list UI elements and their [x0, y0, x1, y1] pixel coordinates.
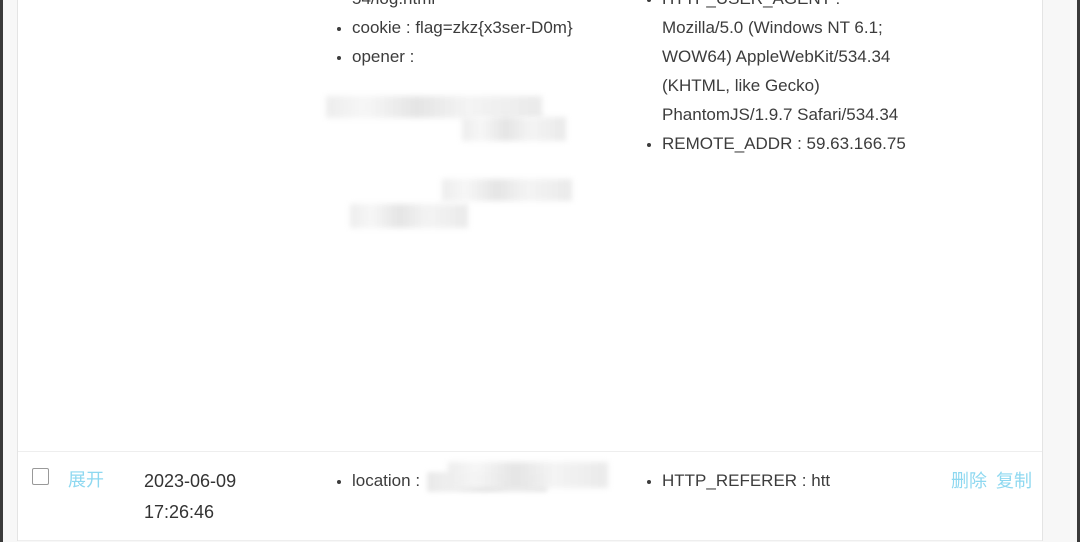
row-action-links: 删除 复制 — [930, 466, 1032, 497]
list-item: location : — [352, 466, 624, 495]
list-item: toplocation : ht54/log.html — [352, 0, 624, 13]
row-actions-cell — [922, 0, 1042, 25]
property-value: flag=zkz{x3ser-D0m} — [415, 18, 573, 37]
redaction-overlay — [462, 117, 566, 141]
copy-link[interactable]: 复制 — [996, 471, 1032, 491]
property-key: HTTP_USER_AGENT — [662, 0, 831, 8]
list-item: HTTP_USER_AGENT : Mozilla/5.0 (Windows N… — [662, 0, 914, 129]
xss-log-table: 3%5Cu0057%5Cu006 B%5Cu003E%5Cu003 C%5Cu0… — [17, 0, 1043, 541]
key-value-separator: : — [797, 471, 812, 490]
list-item: opener : — [352, 42, 624, 71]
property-key: location — [352, 471, 411, 490]
property-value: 59.63.166.75 — [806, 134, 906, 153]
redaction-overlay — [350, 204, 468, 228]
row-left-data-cell: 3%5Cu0057%5Cu006 B%5Cu003E%5Cu003 C%5Cu0… — [322, 0, 632, 228]
row-checkbox[interactable] — [32, 468, 49, 485]
row-right-data-cell: F%5Cu0073%5Cu005 7%5Cu006B%5Cu003 E%5Cu0… — [632, 0, 922, 170]
row-left-data-cell: location : — [322, 452, 632, 507]
key-value-separator: : — [404, 47, 415, 66]
key-value-separator: : — [831, 0, 841, 8]
property-value: htt — [811, 471, 831, 490]
right-property-list: HTTP_USER_AGENT : Mozilla/5.0 (Windows N… — [640, 0, 914, 158]
expand-link[interactable]: 展开 — [68, 470, 104, 490]
row-time-cell: 2023-06-09 17:26:46 — [132, 452, 322, 540]
property-key: HTTP_REFERER — [662, 471, 798, 490]
row-expand-cell — [60, 0, 132, 25]
list-item: HTTP_REFERER : htt — [662, 466, 914, 495]
property-key: REMOTE_ADDR — [662, 134, 793, 153]
timestamp: 2023-06-09 17:26:46 — [144, 471, 237, 522]
row-select-cell — [18, 0, 60, 27]
key-value-separator: : — [792, 134, 807, 153]
redaction-overlay — [326, 96, 542, 118]
key-value-separator: : — [410, 471, 425, 490]
property-value: Mozilla/5.0 (Windows NT 6.1; WOW64) Appl… — [662, 18, 899, 124]
redaction-overlay — [442, 179, 572, 201]
list-item: cookie : flag=zkz{x3ser-D0m} — [352, 13, 624, 42]
right-property-list: HTTP_REFERER : htt — [640, 466, 914, 495]
property-key: cookie — [352, 18, 402, 37]
row-actions-cell: 删除 复制 — [922, 452, 1042, 509]
left-property-list: toplocation : ht54/log.html cookie : fla… — [330, 0, 624, 71]
redacted-location-value — [426, 471, 547, 492]
property-key: opener — [352, 47, 405, 66]
delete-link[interactable]: 删除 — [951, 471, 987, 491]
row-time-cell — [132, 0, 322, 25]
table-row[interactable]: 3%5Cu0057%5Cu006 B%5Cu003E%5Cu003 C%5Cu0… — [18, 0, 1042, 452]
property-value-suffix: 54/log.html — [352, 0, 435, 8]
row-expand-cell: 展开 — [60, 452, 132, 507]
list-item: REMOTE_ADDR : 59.63.166.75 — [662, 129, 914, 158]
row-select-cell — [18, 452, 60, 497]
left-property-list: location : — [330, 466, 624, 495]
row-right-data-cell: HTTP_REFERER : htt — [632, 452, 922, 507]
browser-viewport: 3%5Cu0057%5Cu006 B%5Cu003E%5Cu003 C%5Cu0… — [0, 0, 1080, 542]
table-row[interactable]: 展开 2023-06-09 17:26:46 location : HTTP_R… — [18, 452, 1042, 541]
key-value-separator: : — [401, 18, 416, 37]
